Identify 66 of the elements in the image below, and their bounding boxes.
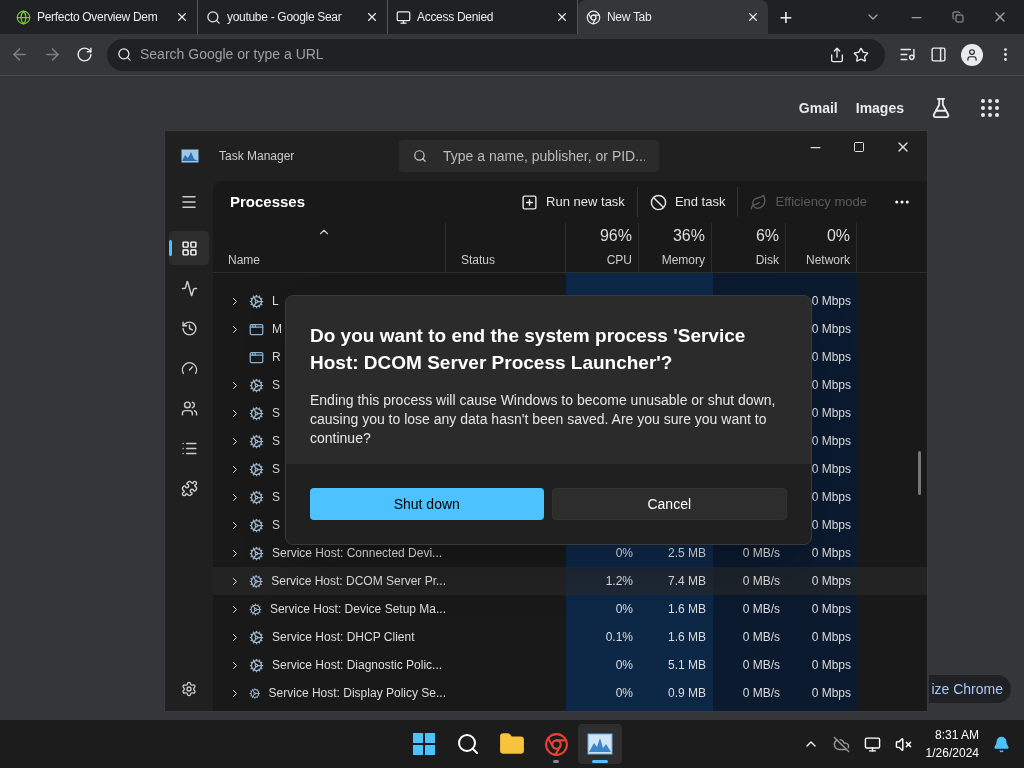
column-label: Disk xyxy=(755,252,779,269)
column-label: CPU xyxy=(606,252,632,269)
table-cell: 0 Mbps xyxy=(811,658,851,672)
table-cell: 2.5 MB xyxy=(668,546,706,560)
table-cell: 0 Mbps xyxy=(811,462,851,476)
table-cell: 0 MB/s xyxy=(742,602,780,616)
table-cell: 0 Mbps xyxy=(811,378,851,392)
process-name: S xyxy=(272,405,280,422)
column-label: Name xyxy=(228,252,260,269)
column-percent: 0% xyxy=(826,226,850,246)
table-cell: 0 MB/s xyxy=(742,686,780,700)
process-name: S xyxy=(272,517,280,534)
process-name: R xyxy=(272,349,281,366)
table-cell: 5.1 MB xyxy=(668,658,706,672)
table-cell: 0 Mbps xyxy=(811,686,851,700)
column-percent: 36% xyxy=(672,226,705,246)
table-cell: 0 Mbps xyxy=(811,574,851,588)
table-cell: 0 Mbps xyxy=(811,490,851,504)
tab-title: New Tab xyxy=(607,9,653,26)
table-cell: 0 Mbps xyxy=(811,434,851,448)
table-cell: 0 Mbps xyxy=(811,546,851,560)
process-name: Service Host: Connected Devi... xyxy=(272,545,443,562)
table-cell: 0 MB/s xyxy=(742,546,780,560)
tab-title: Perfecto Overview Dem xyxy=(37,9,159,26)
table-cell: 0 Mbps xyxy=(811,294,851,308)
table-cell: 0 MB/s xyxy=(742,574,780,588)
column-label: Network xyxy=(806,252,850,269)
tab-title: Access Denied xyxy=(417,9,495,26)
column-percent: 96% xyxy=(599,226,632,246)
process-name: Service Host: Display Policy Se... xyxy=(268,685,446,702)
process-name: Service Host: DHCP Client xyxy=(272,629,415,646)
process-name: Service Host: Device Setup Ma... xyxy=(269,601,446,618)
table-cell: 0 Mbps xyxy=(811,406,851,420)
table-cell: 1.2% xyxy=(605,574,633,588)
table-cell: 0 MB/s xyxy=(742,630,780,644)
process-name: S xyxy=(272,489,280,506)
table-cell: 0 Mbps xyxy=(811,630,851,644)
table-cell: 0 Mbps xyxy=(811,518,851,532)
dialog-title: Do you want to end the system process 'Service Host: DCOM Server Process Launcher'? xyxy=(310,324,747,375)
table-cell: 0.9 MB xyxy=(668,686,706,700)
process-name: Service Host: Diagnostic Polic... xyxy=(272,657,443,674)
table-cell: 0% xyxy=(615,686,633,700)
table-cell: 7.4 MB xyxy=(668,574,706,588)
process-name: L xyxy=(272,293,279,310)
table-cell: 1.6 MB xyxy=(668,602,706,616)
table-cell: 0 Mbps xyxy=(811,350,851,364)
tab-title: youtube - Google Sear xyxy=(227,9,343,26)
section-title: Processes xyxy=(230,191,307,212)
process-name: Service Host: DCOM Server Pr... xyxy=(271,573,446,590)
table-cell: 0% xyxy=(615,602,633,616)
column-percent: 6% xyxy=(755,226,779,246)
table-cell: 0% xyxy=(615,658,633,672)
column-label: Status xyxy=(461,252,496,269)
table-cell: 0% xyxy=(615,546,633,560)
process-name: S xyxy=(272,461,280,478)
column-label: Memory xyxy=(661,252,705,269)
window-title: Task Manager xyxy=(219,148,296,165)
process-name: S xyxy=(272,377,280,394)
table-cell: 0 Mbps xyxy=(811,322,851,336)
table-cell: 1.6 MB xyxy=(668,630,706,644)
table-cell: 0 MB/s xyxy=(742,658,780,672)
process-name: S xyxy=(272,433,280,450)
table-cell: 0.1% xyxy=(605,630,633,644)
dialog-message: Ending this process will cause Windows to become unusable or shut down, causing you to lose any data hasn't been saved. Are you sure you want to continue? xyxy=(310,391,777,448)
table-cell: 0 Mbps xyxy=(811,602,851,616)
process-name: M xyxy=(272,321,282,338)
